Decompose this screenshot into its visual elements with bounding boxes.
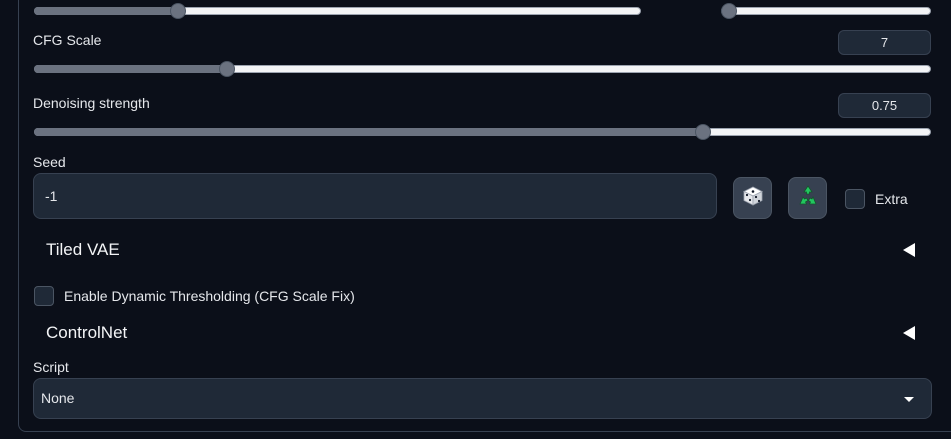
dynamic-thresholding-checkbox[interactable] [34,286,54,306]
random-seed-button[interactable] [733,177,772,219]
script-selected-value: None [41,390,75,406]
slider-thumb[interactable] [694,124,711,140]
slider-thumb[interactable] [219,61,235,77]
slider-thumb[interactable] [721,3,737,19]
seed-label: Seed [33,154,66,170]
tiled-vae-title[interactable]: Tiled VAE [46,240,120,260]
reuse-seed-button[interactable] [788,177,827,219]
slider-fill [34,7,178,15]
dice-icon [742,185,764,212]
cfg-scale-slider[interactable] [34,61,931,77]
top-right-slider[interactable] [721,3,931,19]
dynamic-thresholding-label: Enable Dynamic Thresholding (CFG Scale F… [64,288,355,304]
seed-input[interactable]: -1 [33,173,717,219]
cfg-scale-label: CFG Scale [33,32,102,48]
controlnet-title[interactable]: ControlNet [46,323,127,343]
collapse-triangle-icon[interactable] [903,243,915,257]
script-label: Script [33,359,69,375]
slider-fill [34,128,703,136]
recycle-icon [796,184,820,213]
slider-thumb[interactable] [169,3,186,19]
slider-track [721,7,931,15]
dropdown-caret-icon [904,397,914,402]
script-dropdown[interactable]: None [33,378,932,419]
cfg-scale-number-input[interactable]: 7 [838,30,931,55]
collapse-triangle-icon[interactable] [903,326,915,340]
slider-fill [34,65,227,73]
extra-label: Extra [875,191,908,207]
denoising-strength-number-input[interactable]: 0.75 [838,93,931,118]
denoising-strength-label: Denoising strength [33,95,150,111]
extra-checkbox[interactable] [845,189,865,209]
denoising-strength-slider[interactable] [34,124,931,140]
top-left-slider[interactable] [34,3,641,19]
